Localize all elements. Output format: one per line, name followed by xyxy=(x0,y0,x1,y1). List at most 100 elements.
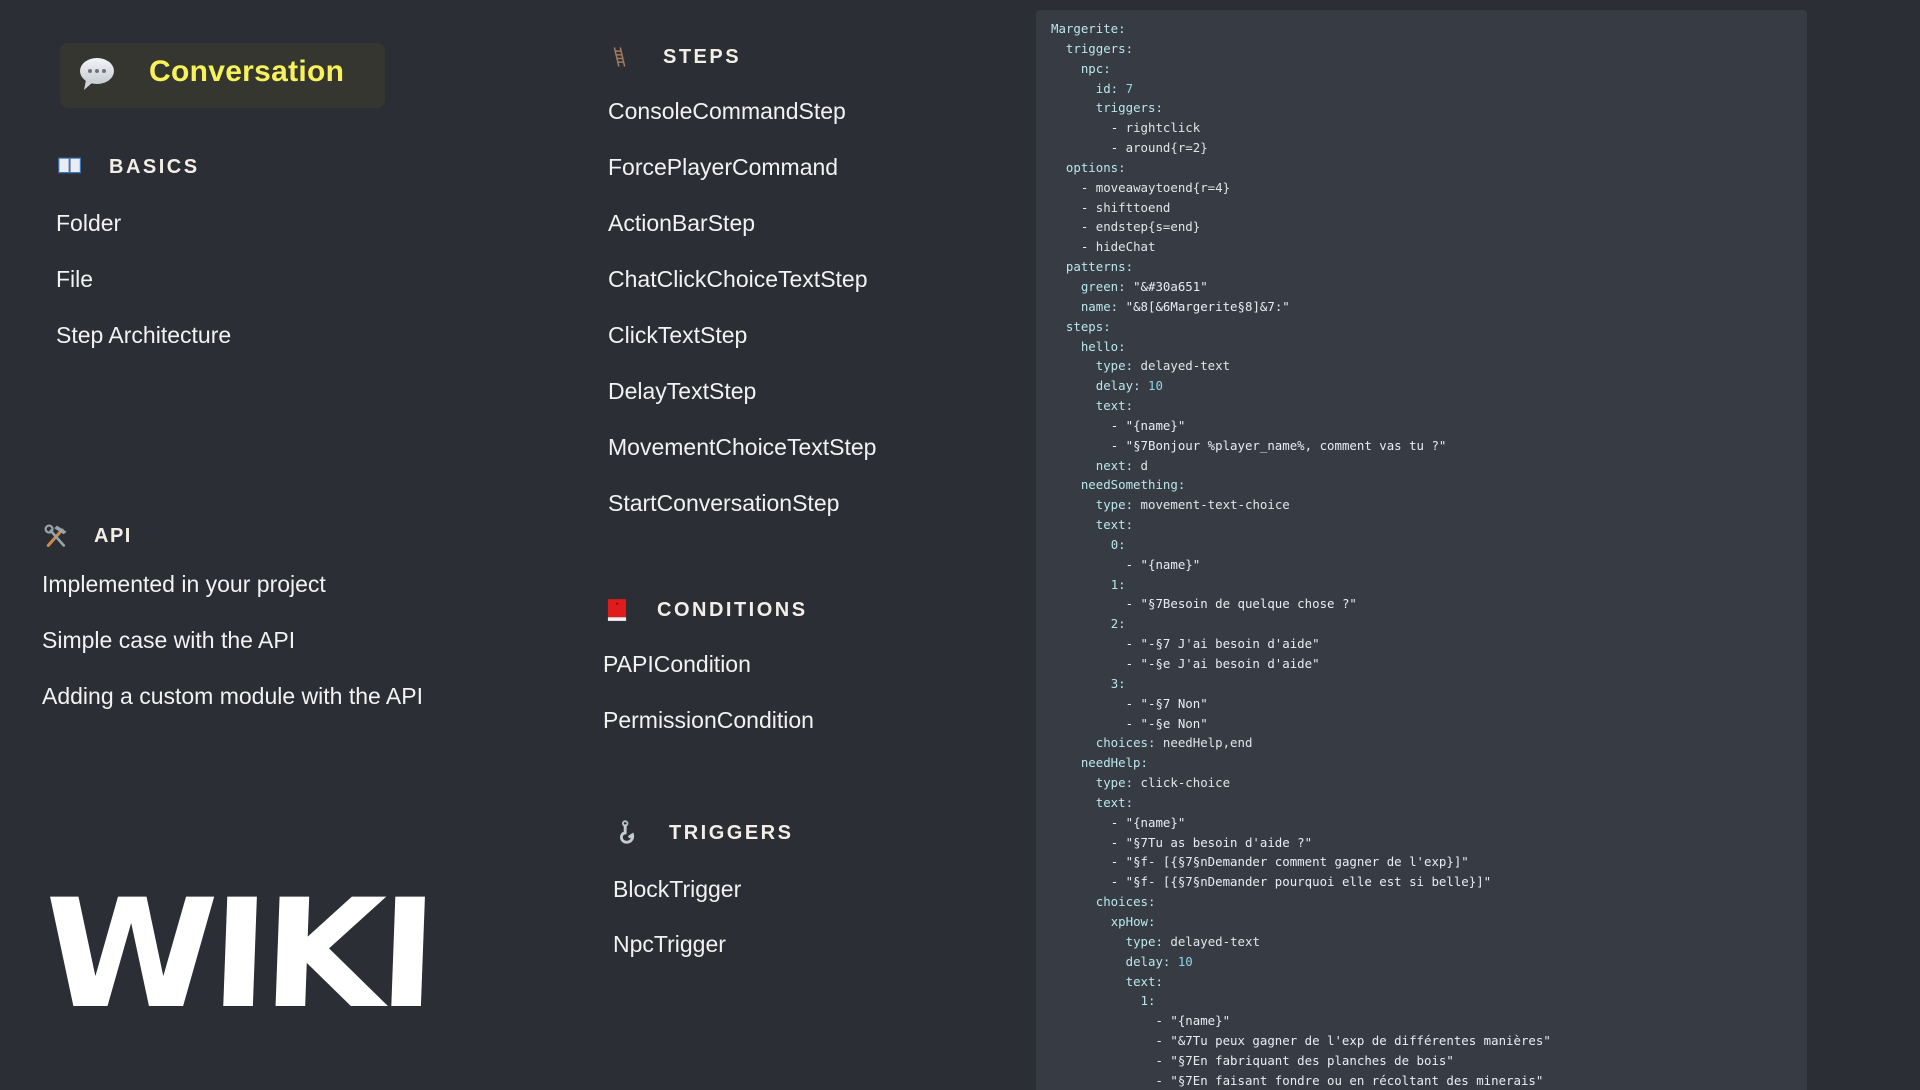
code-block[interactable]: Margerite: triggers: npc: id: 7 triggers… xyxy=(1036,10,1807,1090)
code-line: - "§f- [{§7§nDemander pourquoi elle est … xyxy=(1110,874,1492,890)
code-line: triggers: xyxy=(1051,98,1551,118)
code-key: 1: xyxy=(1110,576,1126,592)
code-line: - "§f- [{§7§nDemander comment gagner de … xyxy=(1110,854,1469,870)
nav-item-papicondition[interactable]: PAPICondition xyxy=(603,651,751,678)
code-line: type: delayed-text xyxy=(1051,356,1551,376)
nav-item-file[interactable]: File xyxy=(56,266,93,293)
nav-item-implemented-in-your-project[interactable]: Implemented in your project xyxy=(42,571,326,598)
code-line: needHelp: xyxy=(1051,753,1551,773)
code-line: - "&7Tu peux gagner de l'exp de différen… xyxy=(1155,1033,1551,1049)
nav-item-consolecommandstep[interactable]: ConsoleCommandStep xyxy=(608,98,846,125)
code-key: 2: xyxy=(1110,616,1126,632)
code-list-item: "§7En fabriquant des planches de bois" xyxy=(1170,1052,1454,1068)
code-list-item: "§7Besoin de quelque chose ?" xyxy=(1140,596,1357,612)
code-line: - "{name}" xyxy=(1110,814,1186,830)
code-line: type: delayed-text xyxy=(1051,932,1551,952)
code-line: 1: xyxy=(1051,575,1551,595)
code-line: - "{name}" xyxy=(1110,417,1186,433)
nav-item-chatclickchoicetextstep[interactable]: ChatClickChoiceTextStep xyxy=(608,266,868,293)
code-key: 3: xyxy=(1110,675,1126,691)
code-key: type: xyxy=(1125,933,1163,949)
code-key: id: xyxy=(1095,80,1119,96)
code-value: movement-text-choice xyxy=(1140,497,1290,513)
code-line: - moveawaytoend{r=4} xyxy=(1080,179,1231,195)
code-line: needSomething: xyxy=(1051,475,1551,495)
code-line: 0: xyxy=(1051,535,1551,555)
code-key: name: xyxy=(1080,298,1119,314)
nav-item-startconversationstep[interactable]: StartConversationStep xyxy=(608,490,839,517)
code-key: choices: xyxy=(1095,735,1156,751)
code-list-item: "-§e J'ai besoin d'aide" xyxy=(1140,656,1320,671)
code-line: type: movement-text-choice xyxy=(1051,495,1551,515)
nav-item-actionbarstep[interactable]: ActionBarStep xyxy=(608,210,755,237)
speech-balloon-icon xyxy=(80,58,114,90)
code-key: text: xyxy=(1095,794,1134,810)
nav-item-permissioncondition[interactable]: PermissionCondition xyxy=(603,707,814,734)
code-key: type: xyxy=(1095,358,1134,374)
code-value: needHelp,end xyxy=(1162,735,1253,751)
nav-item-step-architecture[interactable]: Step Architecture xyxy=(56,322,231,349)
code-list-item: "§f- [{§7§nDemander pourquoi elle est si… xyxy=(1125,874,1492,890)
code-list-item: "-§e Non" xyxy=(1140,715,1208,731)
code-list-item: "{name}" xyxy=(1125,814,1186,830)
code-key: xpHow: xyxy=(1110,913,1156,929)
nav-item-simple-case-with-the-api[interactable]: Simple case with the API xyxy=(42,627,295,654)
yaml-code: Margerite: triggers: npc: id: 7 triggers… xyxy=(1051,19,1551,1090)
nav-item-adding-custom-module[interactable]: Adding a custom module with the API xyxy=(42,683,423,710)
code-key: 1: xyxy=(1140,993,1156,1009)
code-key: npc: xyxy=(1080,60,1111,76)
code-line: - around{r=2} xyxy=(1110,140,1208,156)
code-line: options: xyxy=(1051,158,1551,178)
code-list-item: "§f- [{§7§nDemander comment gagner de l'… xyxy=(1125,854,1469,870)
code-line: choices: xyxy=(1051,892,1551,912)
code-line: xpHow: xyxy=(1051,912,1551,932)
code-line: 3: xyxy=(1051,674,1551,694)
code-line: - "§7Bonjour %player_name%, comment vas … xyxy=(1110,437,1447,453)
code-value: "&#30a651" xyxy=(1133,278,1208,294)
code-line: - "{name}" xyxy=(1155,1013,1231,1029)
code-list-item: endstep{s=end} xyxy=(1095,219,1201,235)
nav-item-forceplayercommand[interactable]: ForcePlayerCommand xyxy=(608,154,838,181)
code-line: 1: xyxy=(1051,991,1551,1011)
code-key: text: xyxy=(1095,517,1134,533)
code-value: 10 xyxy=(1148,378,1163,394)
code-line: - "§7Tu as besoin d'aide ?" xyxy=(1110,834,1313,850)
code-line: triggers: xyxy=(1051,39,1551,59)
code-list-item: "-§7 J'ai besoin d'aide" xyxy=(1140,636,1320,652)
code-line: hello: xyxy=(1051,337,1551,357)
code-list-item: hideChat xyxy=(1095,239,1156,255)
code-line: - "{name}" xyxy=(1125,556,1201,572)
code-key: 0: xyxy=(1110,536,1126,552)
nav-item-movementchoicetextstep[interactable]: MovementChoiceTextStep xyxy=(608,434,876,461)
nav-item-delaytextstep[interactable]: DelayTextStep xyxy=(608,378,756,405)
code-line: - "§7Besoin de quelque chose ?" xyxy=(1125,596,1357,612)
code-key: hello: xyxy=(1080,338,1126,354)
code-list-item: around{r=2} xyxy=(1125,140,1208,156)
code-value: click-choice xyxy=(1140,775,1231,791)
code-line: name: "&8[&6Margerite§8]&7:" xyxy=(1051,297,1551,317)
hammer-wrench-icon xyxy=(44,524,67,548)
code-key: Margerite: xyxy=(1051,21,1126,36)
code-line: text: xyxy=(1051,396,1551,416)
nav-item-npctrigger[interactable]: NpcTrigger xyxy=(613,931,726,958)
code-line: Margerite: xyxy=(1051,19,1551,39)
section-conditions-label: CONDITIONS xyxy=(657,598,808,621)
hook-icon xyxy=(619,820,635,844)
code-line: - "§7En faisant fondre ou en récoltant d… xyxy=(1155,1072,1544,1088)
code-list-item: rightclick xyxy=(1125,120,1201,136)
nav-item-blocktrigger[interactable]: BlockTrigger xyxy=(613,876,741,903)
code-key: next: xyxy=(1095,457,1134,473)
code-line: next: d xyxy=(1051,456,1551,476)
code-line: delay: 10 xyxy=(1051,376,1551,396)
code-key: options: xyxy=(1065,159,1126,175)
code-key: text: xyxy=(1125,973,1163,989)
code-list-item: "-§7 Non" xyxy=(1140,695,1208,711)
code-key: triggers: xyxy=(1065,40,1134,56)
nav-item-clicktextstep[interactable]: ClickTextStep xyxy=(608,322,747,349)
code-line: type: click-choice xyxy=(1051,773,1551,793)
code-value: delayed-text xyxy=(1170,933,1260,949)
code-line: - "-§7 Non" xyxy=(1125,695,1208,711)
nav-item-folder[interactable]: Folder xyxy=(56,210,121,237)
section-steps-label: STEPS xyxy=(663,45,742,68)
code-key: text: xyxy=(1095,398,1134,414)
